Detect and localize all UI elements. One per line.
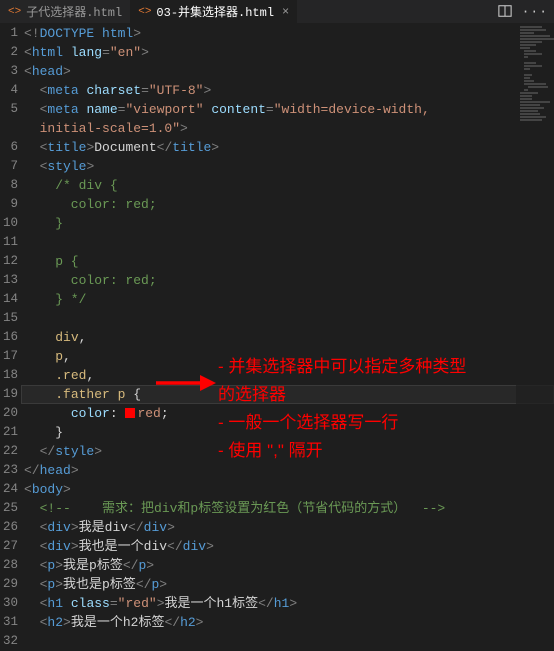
more-actions-icon[interactable]: ···	[522, 4, 548, 19]
split-editor-icon[interactable]	[498, 4, 512, 19]
tab-label: 03-并集选择器.html	[156, 3, 274, 20]
tab-bar: <> 子代选择器.html <> 03-并集选择器.html × ···	[0, 0, 554, 24]
tab-actions: ···	[498, 4, 554, 19]
tab-label: 子代选择器.html	[26, 3, 122, 20]
editor-area[interactable]: 1234567891011121314151617181920212223242…	[0, 24, 554, 642]
html-file-icon: <>	[8, 6, 21, 18]
html-file-icon: <>	[138, 6, 151, 18]
minimap[interactable]	[516, 24, 554, 642]
tab-active[interactable]: <> 03-并集选择器.html ×	[130, 0, 297, 23]
code-content[interactable]: <!DOCTYPE html><html lang="en"><head> <m…	[24, 24, 554, 642]
line-number-gutter: 1234567891011121314151617181920212223242…	[0, 24, 24, 642]
tab-inactive[interactable]: <> 子代选择器.html	[0, 0, 130, 23]
close-icon[interactable]: ×	[282, 5, 289, 19]
